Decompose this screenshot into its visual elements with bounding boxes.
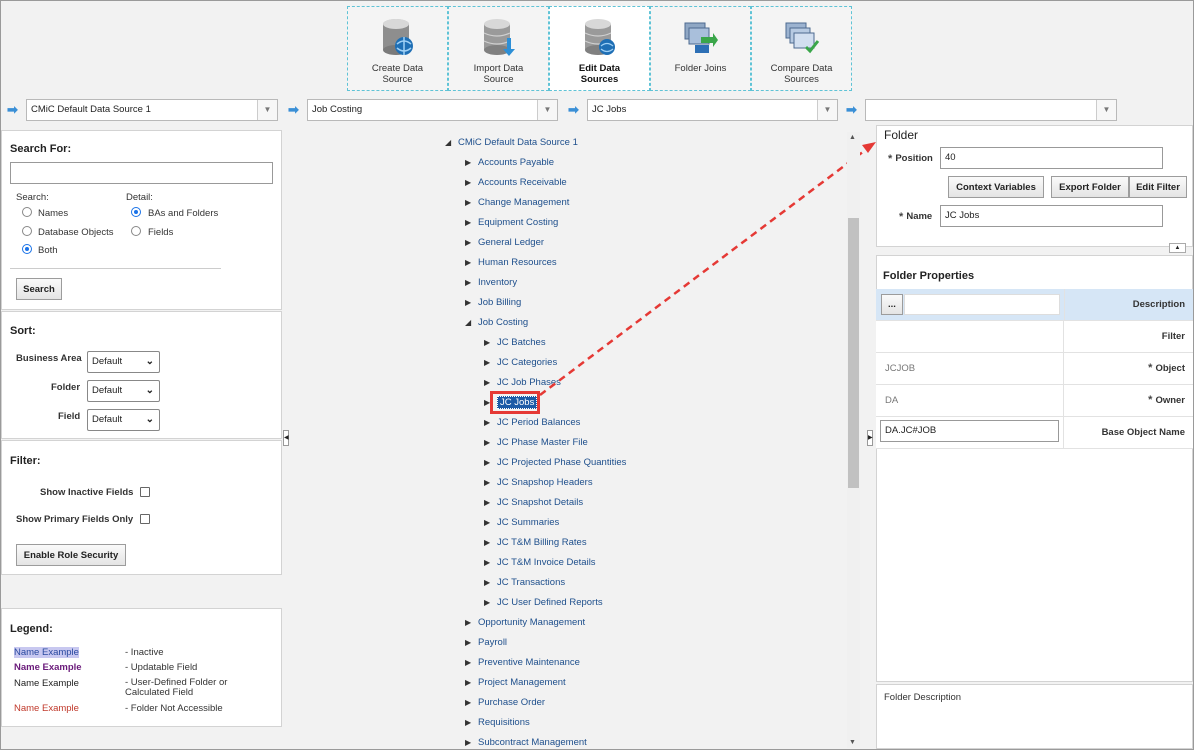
tree-scrollbar[interactable]: ▲ ▼ [847, 132, 860, 748]
column-divider [1064, 289, 1065, 320]
name-label: * Name [899, 211, 933, 223]
properties-header-row: ... Description [876, 289, 1193, 321]
scroll-up-icon[interactable]: ▲ [849, 134, 856, 141]
property-row-filter: Filter [876, 321, 1193, 353]
description-key: Description [1132, 299, 1185, 310]
scroll-down-icon[interactable]: ▼ [849, 739, 856, 746]
ellipsis-button[interactable]: ... [881, 294, 903, 315]
base-object-key: Base Object Name [1101, 427, 1185, 438]
property-row-base-object: DA.JC#JOB Base Object Name [876, 417, 1193, 449]
folder-heading: Folder [884, 128, 919, 142]
owner-key: * Owner [1148, 394, 1185, 406]
edit-filter-button[interactable]: Edit Filter [1129, 176, 1187, 198]
context-variables-button[interactable]: Context Variables [948, 176, 1044, 198]
description-input[interactable] [904, 294, 1060, 315]
object-key: * Object [1148, 362, 1185, 374]
position-label: * Position [888, 153, 933, 165]
base-object-input[interactable]: DA.JC#JOB [880, 420, 1059, 442]
position-input[interactable]: 40 [940, 147, 1163, 169]
folder-description-label: Folder Description [884, 692, 962, 703]
name-input[interactable]: JC Jobs [940, 205, 1163, 227]
owner-value: DA [876, 385, 1064, 416]
filter-value [876, 321, 1064, 352]
folder-properties-heading: Folder Properties [883, 270, 975, 282]
splitter-handle[interactable]: ▲ [1169, 243, 1186, 253]
property-row-owner: DA * Owner [876, 385, 1193, 417]
scroll-thumb[interactable] [848, 218, 859, 488]
object-value: JCJOB [876, 353, 1064, 384]
property-row-object: JCJOB * Object [876, 353, 1193, 385]
filter-key: Filter [1161, 331, 1185, 342]
export-folder-button[interactable]: Export Folder [1051, 176, 1129, 198]
